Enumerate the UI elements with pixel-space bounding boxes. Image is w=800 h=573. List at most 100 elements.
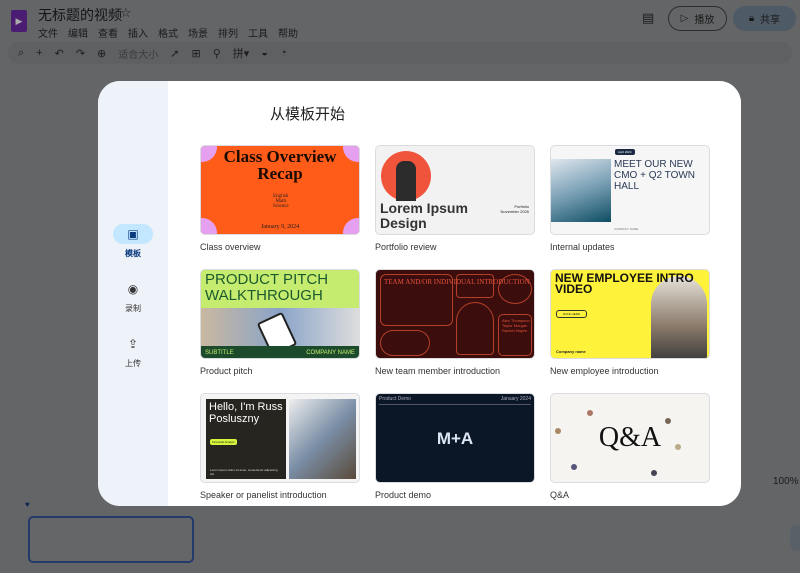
- nav-upload[interactable]: ⇪ 上传: [98, 334, 168, 369]
- nav-label: 录制: [125, 304, 141, 313]
- template-label: New team member introduction: [375, 366, 501, 376]
- nav-templates[interactable]: ▣ 模板: [98, 224, 168, 259]
- thumb-text: Financial Analyst: [210, 439, 237, 445]
- play-button[interactable]: ▷ 播放: [668, 6, 727, 31]
- thumb-title: MEET OUR NEW CMO + Q2 TOWN HALL: [614, 159, 696, 192]
- lock-icon: 🔒︎: [748, 13, 755, 24]
- play-label: 播放: [694, 15, 715, 26]
- thumb-text: Product Demo: [379, 396, 411, 402]
- thumb-text: Lorem ipsum dolor sit amet, consectetur …: [210, 468, 278, 476]
- menu-bar: 文件 编辑 查看 插入 格式 场景 排列 工具 帮助: [38, 25, 298, 40]
- menu-help[interactable]: 帮助: [278, 25, 298, 40]
- shape-icon[interactable]: ◔: [280, 47, 287, 59]
- thumb-text: SUBTITLE: [205, 350, 234, 356]
- template-new-employee[interactable]: NEW EMPLOYEE INTRO VIDEO DATE HERE Compa…: [550, 269, 710, 376]
- fill-icon[interactable]: ◒: [261, 47, 268, 59]
- thumb-title: PRODUCT PITCH WALKTHROUGH: [205, 271, 329, 304]
- template-speaker-intro[interactable]: Hello, I'm Russ Posluszny Financial Anal…: [200, 393, 360, 500]
- template-label: New employee introduction: [550, 366, 659, 376]
- dialog-main: 从模板开始 ✕ Class Overview Recap English Mat…: [168, 81, 741, 506]
- thumb-text: DATE HERE: [556, 310, 587, 318]
- thumb-title: Lorem Ipsum Design: [380, 200, 468, 231]
- thumb-text: COMPANY NAME: [306, 350, 355, 356]
- thumb-title: NEW EMPLOYEE INTRO VIDEO: [555, 271, 694, 296]
- thumb-text: Portfolio November 2026: [500, 204, 529, 214]
- menu-arrange[interactable]: 排列: [218, 25, 238, 40]
- vids-logo-icon[interactable]: ▶: [11, 10, 27, 32]
- template-icon: ▣: [113, 224, 153, 244]
- template-label: Internal updates: [550, 242, 615, 252]
- thumb-text: January 2024: [500, 396, 531, 402]
- template-thumbnail: NEW EMPLOYEE INTRO VIDEO DATE HERE Compa…: [550, 269, 710, 359]
- upload-icon: ⇪: [127, 337, 139, 351]
- share-button[interactable]: 🔒︎ 共享: [733, 6, 796, 31]
- zoom-level[interactable]: 100%: [773, 476, 799, 487]
- menu-tools[interactable]: 工具: [248, 25, 268, 40]
- template-thumbnail: PRODUCT PITCH WALKTHROUGH SUBTITLE COMPA…: [200, 269, 360, 359]
- thumb-title: Class Overview Recap: [223, 147, 337, 183]
- menu-file[interactable]: 文件: [38, 25, 58, 40]
- thumb-text: April 2024: [615, 149, 635, 155]
- thumb-title: Hello, I'm Russ Posluszny: [209, 401, 283, 425]
- thumb-text: Company name: [556, 349, 586, 354]
- template-thumbnail: Class Overview Recap English Math Scienc…: [200, 145, 360, 235]
- share-label: 共享: [760, 15, 781, 26]
- zoom-icon[interactable]: ⊕: [97, 47, 106, 60]
- template-label: Q&A: [550, 490, 570, 500]
- template-label: Class overview: [200, 242, 261, 252]
- timeline-clip[interactable]: [28, 516, 194, 563]
- template-new-team-member[interactable]: TEAM AND/OR INDIVIDUAL INTRODUCTION Alex…: [375, 269, 535, 376]
- side-panel-button[interactable]: [790, 525, 800, 551]
- template-thumbnail: TEAM AND/OR INDIVIDUAL INTRODUCTION Alex…: [375, 269, 535, 359]
- template-thumbnail: Product Demo January 2024 M+A: [375, 393, 535, 483]
- thumb-text: COMPANY NAME: [614, 227, 639, 231]
- template-internal-updates[interactable]: April 2024 MEET OUR NEW CMO + Q2 TOWN HA…: [550, 145, 710, 252]
- thumb-text: January 9, 2024: [260, 224, 300, 230]
- menu-view[interactable]: 查看: [98, 25, 118, 40]
- thumb-title: M+A: [436, 429, 474, 448]
- paint-format-icon[interactable]: ⚲: [213, 47, 221, 60]
- undo-icon[interactable]: ↶: [55, 47, 64, 60]
- thumb-text: Alex Thompson Taylor Morgan Rachel Hayes: [502, 318, 530, 333]
- menu-edit[interactable]: 编辑: [68, 25, 88, 40]
- template-label: Speaker or panelist introduction: [200, 490, 327, 500]
- menu-scene[interactable]: 场景: [188, 25, 208, 40]
- select-icon[interactable]: ➚: [170, 47, 179, 60]
- play-icon: ▷: [680, 13, 689, 24]
- thumb-text: English Math Science: [273, 194, 289, 209]
- template-thumbnail: Lorem Ipsum Design Portfolio November 20…: [375, 145, 535, 235]
- nav-label: 上传: [125, 359, 141, 368]
- template-product-pitch[interactable]: PRODUCT PITCH WALKTHROUGH SUBTITLE COMPA…: [200, 269, 360, 376]
- star-icon[interactable]: ☆: [120, 5, 132, 21]
- thumb-title: Q&A: [598, 422, 662, 453]
- redo-icon[interactable]: ↷: [76, 47, 85, 60]
- template-qa[interactable]: Q&A Q&A: [550, 393, 710, 500]
- layout-icon[interactable]: 拼▾: [233, 45, 250, 61]
- dialog-nav: ▣ 模板 ◉ 录制 ⇪ 上传: [98, 81, 168, 506]
- dialog-title: 从模板开始: [270, 106, 346, 123]
- template-thumbnail: April 2024 MEET OUR NEW CMO + Q2 TOWN HA…: [550, 145, 710, 235]
- template-thumbnail: Hello, I'm Russ Posluszny Financial Anal…: [200, 393, 360, 483]
- playhead-icon[interactable]: ♥: [25, 500, 30, 509]
- textbox-icon[interactable]: ⊞: [191, 47, 200, 60]
- template-portfolio-review[interactable]: Lorem Ipsum Design Portfolio November 20…: [375, 145, 535, 252]
- menu-insert[interactable]: 插入: [128, 25, 148, 40]
- template-thumbnail: Q&A: [550, 393, 710, 483]
- comment-icon[interactable]: ▤: [642, 10, 654, 26]
- template-class-overview[interactable]: Class Overview Recap English Math Scienc…: [200, 145, 360, 252]
- thumb-title: TEAM AND/OR INDIVIDUAL INTRODUCTION: [384, 278, 530, 286]
- record-icon: ◉: [127, 282, 139, 296]
- template-label: Product pitch: [200, 366, 253, 376]
- zoom-fit-select[interactable]: 适合大小: [118, 46, 158, 61]
- document-title[interactable]: 无标题的视频: [38, 5, 122, 25]
- toolbar: ⌕ + ↶ ↷ ⊕ 适合大小 ➚ ⊞ ⚲ 拼▾ ◒ ◔: [8, 42, 792, 64]
- template-product-demo[interactable]: Product Demo January 2024 M+A Product de…: [375, 393, 535, 500]
- menu-format[interactable]: 格式: [158, 25, 178, 40]
- nav-label: 模板: [125, 249, 141, 258]
- template-label: Portfolio review: [375, 242, 437, 252]
- template-label: Product demo: [375, 490, 432, 500]
- search-icon[interactable]: ⌕: [18, 47, 24, 60]
- nav-record[interactable]: ◉ 录制: [98, 279, 168, 314]
- template-dialog: ▣ 模板 ◉ 录制 ⇪ 上传 从模板开始 ✕ Class Overview Re…: [98, 81, 741, 506]
- add-icon[interactable]: +: [36, 47, 42, 59]
